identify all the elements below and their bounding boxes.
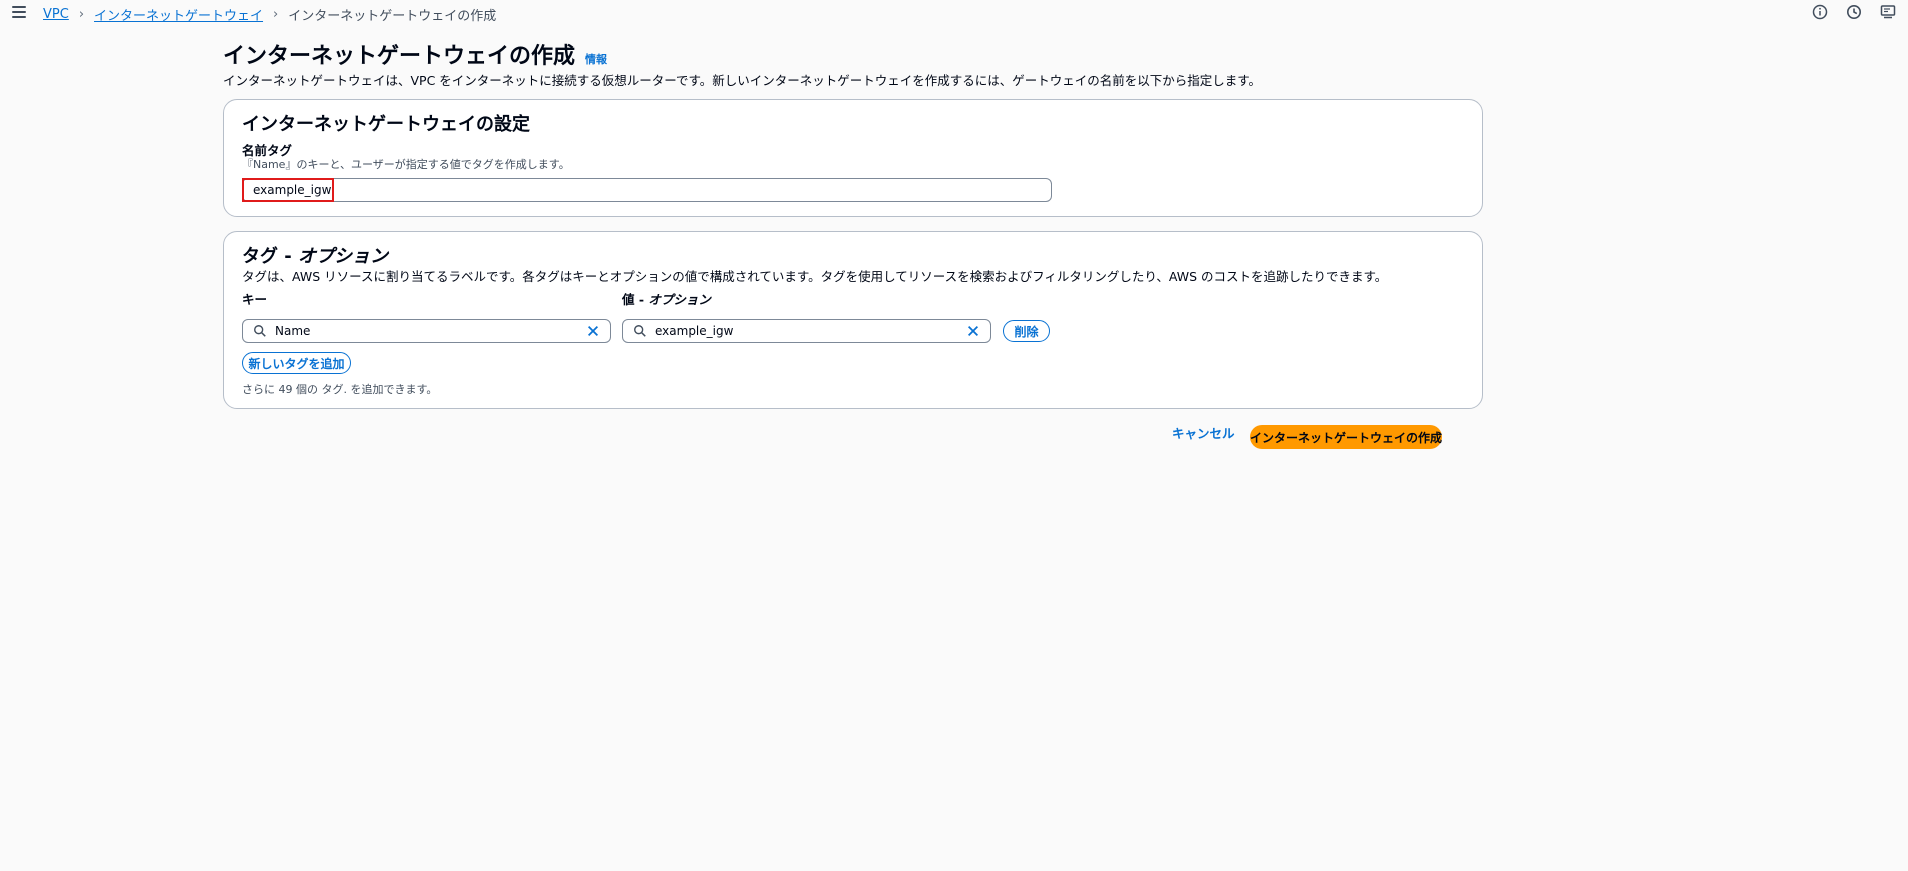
top-navigation-bar: VPC › インターネットゲートウェイ › インターネットゲートウェイの作成 (0, 0, 1908, 28)
chevron-right-icon: › (273, 6, 279, 22)
remove-tag-button[interactable]: 削除 (1003, 320, 1050, 342)
page-description: インターネットゲートウェイは、VPC をインターネットに接続する仮想ルーターです… (223, 73, 1262, 88)
page-title: インターネットゲートウェイの作成 (223, 44, 576, 69)
tags-remaining-text: さらに 49 個の タグ. を追加できます。 (242, 383, 438, 396)
tags-panel: タグ - オプション タグは、AWS リソースに割り当てるラベルです。各タグはキ… (223, 231, 1483, 409)
tag-key-label: キー (242, 292, 268, 307)
panel-title-settings: インターネットゲートウェイの設定 (242, 114, 530, 135)
clear-icon[interactable] (586, 324, 600, 338)
tags-description: タグは、AWS リソースに割り当てるラベルです。各タグはキーとオプションの値で構… (242, 269, 1388, 284)
tag-key-value: Name (275, 324, 311, 338)
name-tag-input[interactable]: example_igw (242, 178, 1052, 202)
breadcrumb-current: インターネットゲートウェイの作成 (288, 8, 497, 24)
breadcrumb-link-vpc[interactable]: VPC (43, 7, 69, 22)
info-icon[interactable] (1812, 4, 1828, 20)
menu-icon[interactable] (12, 4, 28, 20)
feedback-icon[interactable] (1880, 4, 1896, 20)
tag-value-value: example_igw (655, 324, 734, 338)
tag-value-input[interactable]: example_igw (622, 319, 991, 343)
add-tag-button[interactable]: 新しいタグを追加 (242, 352, 351, 374)
create-gateway-button[interactable]: インターネットゲートウェイの作成 (1250, 425, 1442, 449)
gateway-settings-panel: インターネットゲートウェイの設定 名前タグ 『Name』のキーと、ユーザーが指定… (223, 99, 1483, 217)
name-tag-description: 『Name』のキーと、ユーザーが指定する値でタグを作成します。 (242, 158, 570, 171)
cancel-button[interactable]: キャンセル (1172, 423, 1235, 442)
panel-title-tags: タグ - オプション (242, 246, 389, 267)
info-link[interactable]: 情報 (585, 51, 607, 67)
highlight-box (242, 178, 334, 202)
breadcrumb: VPC › インターネットゲートウェイ › インターネットゲートウェイの作成 (43, 5, 497, 24)
history-icon[interactable] (1846, 4, 1862, 20)
tag-value-label: 値 - オプション (622, 292, 711, 307)
tag-key-input[interactable]: Name (242, 319, 611, 343)
breadcrumb-link-internet-gateways[interactable]: インターネットゲートウェイ (94, 5, 263, 24)
chevron-right-icon: › (78, 6, 85, 22)
search-icon (254, 325, 266, 337)
main-content: インターネットゲートウェイの作成 情報 インターネットゲートウェイは、VPC を… (223, 38, 1483, 449)
search-icon (634, 325, 646, 337)
clear-icon[interactable] (966, 324, 980, 338)
